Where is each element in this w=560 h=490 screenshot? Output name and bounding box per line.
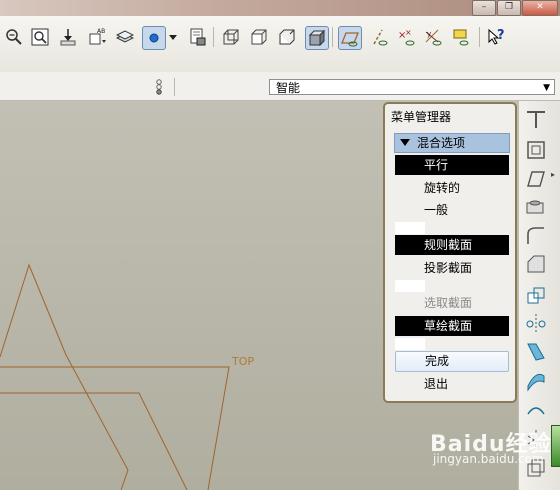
svg-text:×: × bbox=[405, 28, 412, 37]
shading-icon[interactable] bbox=[305, 26, 329, 50]
spin-center-icon[interactable] bbox=[148, 76, 170, 98]
wireframe-icon[interactable] bbox=[220, 26, 242, 48]
menu-item-regular-section[interactable]: 规则截面 bbox=[395, 235, 509, 255]
annotation-icon[interactable] bbox=[450, 26, 472, 48]
chevron-down-icon: ▼ bbox=[543, 83, 550, 93]
menu-manager: 菜单管理器 混合选项 平行 旋转的 一般 规则截面 投影截面 选取截面 草绘截面… bbox=[383, 102, 517, 403]
saved-view-icon[interactable]: AB bbox=[86, 26, 108, 48]
toolbar-separator bbox=[479, 27, 480, 47]
help-label: ? bbox=[497, 28, 505, 43]
menu-item-general[interactable]: 一般 bbox=[395, 200, 509, 220]
menu-item-rotational[interactable]: 旋转的 bbox=[395, 178, 509, 198]
svg-text:y: y bbox=[427, 30, 431, 38]
refit-icon[interactable] bbox=[29, 26, 51, 48]
close-button[interactable]: ✕ bbox=[522, 0, 558, 16]
svg-text:AB: AB bbox=[97, 28, 105, 35]
zoom-out-icon[interactable] bbox=[3, 26, 25, 48]
menu-section-label: 混合选项 bbox=[417, 136, 466, 150]
sweep-icon[interactable] bbox=[524, 340, 548, 364]
watermark-url: jingyan.baidu.com bbox=[433, 452, 544, 466]
restore-button[interactable]: ❐ bbox=[497, 0, 521, 16]
coordinate-system-icon[interactable]: y bbox=[422, 26, 444, 48]
chevron-right-icon[interactable]: ▸ bbox=[551, 170, 555, 179]
display-style-icon[interactable] bbox=[142, 26, 166, 50]
no-hidden-icon[interactable] bbox=[276, 26, 298, 48]
menu-section-header[interactable]: 混合选项 bbox=[394, 133, 510, 153]
model-display-icon[interactable] bbox=[186, 26, 208, 48]
menu-item-parallel[interactable]: 平行 bbox=[395, 155, 509, 175]
reorient-icon[interactable] bbox=[57, 26, 79, 48]
datum-plane-icon[interactable] bbox=[338, 26, 362, 50]
help-icon[interactable]: ? bbox=[484, 26, 506, 48]
menu-item-projected-section[interactable]: 投影截面 bbox=[395, 258, 509, 278]
done-button[interactable]: 完成 bbox=[395, 351, 509, 372]
boundary-icon[interactable] bbox=[524, 396, 548, 420]
toolbar-separator bbox=[174, 78, 175, 96]
minimize-button[interactable]: – bbox=[472, 0, 496, 16]
selection-filter-select[interactable]: 智能 ▼ bbox=[269, 79, 555, 95]
menu-item-select-section: 选取截面 bbox=[424, 296, 473, 310]
datum-axis-icon[interactable] bbox=[368, 26, 390, 48]
rib-icon[interactable] bbox=[524, 108, 548, 132]
window-titlebar: – ❐ ✕ bbox=[0, 0, 560, 16]
toolbar-separator bbox=[213, 27, 214, 47]
layers-icon[interactable] bbox=[114, 26, 136, 48]
menu-item-sketch-section[interactable]: 草绘截面 bbox=[395, 316, 509, 336]
datum-point-icon[interactable]: × × bbox=[395, 26, 417, 48]
round-icon[interactable] bbox=[524, 224, 548, 248]
hole-icon[interactable] bbox=[524, 195, 548, 219]
quit-button[interactable]: 退出 bbox=[395, 374, 509, 394]
hidden-line-icon[interactable] bbox=[248, 26, 270, 48]
menu-title: 菜单管理器 bbox=[391, 110, 452, 124]
status-level-icon bbox=[551, 425, 560, 467]
chevron-down-icon[interactable] bbox=[167, 26, 179, 48]
mirror-icon[interactable] bbox=[524, 312, 548, 336]
chamfer-icon[interactable] bbox=[524, 252, 548, 276]
window-controls: – ❐ ✕ bbox=[472, 0, 558, 16]
blend-icon[interactable] bbox=[524, 368, 548, 392]
menu-spacer bbox=[395, 338, 425, 350]
menu-spacer bbox=[395, 280, 425, 292]
copy-icon[interactable] bbox=[524, 284, 548, 308]
datum-top-label: TOP bbox=[232, 355, 255, 368]
triangle-down-icon bbox=[400, 139, 410, 146]
draft-icon[interactable] bbox=[524, 166, 548, 190]
shell-icon[interactable] bbox=[524, 138, 548, 162]
toolbar-separator bbox=[332, 27, 333, 47]
selection-filter-value: 智能 bbox=[276, 81, 301, 95]
menu-spacer bbox=[395, 222, 425, 234]
